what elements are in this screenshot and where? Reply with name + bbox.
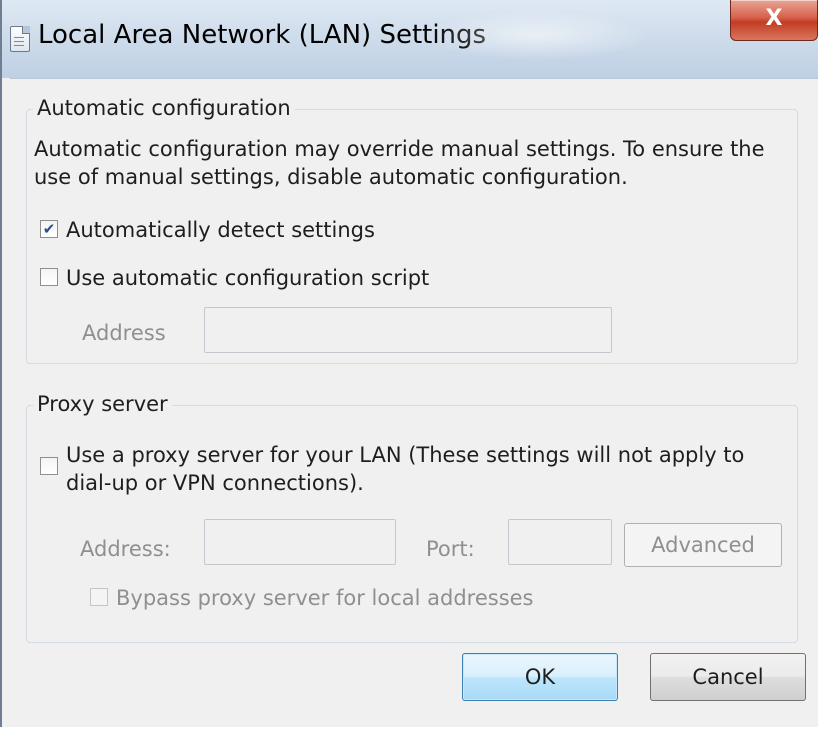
ok-button[interactable]: OK — [462, 653, 618, 701]
automatic-configuration-legend: Automatic configuration — [33, 96, 295, 120]
close-button[interactable]: X — [730, 0, 818, 41]
proxy-address-input[interactable] — [204, 519, 396, 565]
automatic-configuration-description: Automatic configuration may override man… — [34, 137, 765, 189]
script-address-label: Address — [82, 321, 166, 345]
lan-settings-dialog: Local Area Network (LAN) Settings X Auto… — [0, 0, 818, 727]
proxy-port-label: Port: — [426, 537, 475, 561]
dialog-body: Automatic configuration Automatic config… — [10, 78, 818, 727]
bypass-local-row[interactable]: Bypass proxy server for local addresses — [90, 585, 534, 611]
bypass-local-checkbox[interactable] — [90, 588, 108, 606]
checkmark-icon: ✔ — [42, 219, 56, 238]
use-proxy-label-line2: dial-up or VPN connections). — [66, 471, 364, 495]
title-bar[interactable]: Local Area Network (LAN) Settings X — [2, 0, 818, 78]
bypass-local-label: Bypass proxy server for local addresses — [116, 586, 534, 610]
use-script-row[interactable]: Use automatic configuration script — [40, 265, 429, 291]
advanced-button[interactable]: Advanced — [624, 523, 782, 567]
proxy-address-label: Address: — [80, 537, 171, 561]
script-address-input[interactable] — [204, 307, 612, 353]
auto-detect-row[interactable]: ✔ Automatically detect settings — [40, 217, 375, 243]
auto-detect-checkbox[interactable]: ✔ — [40, 220, 58, 238]
auto-detect-label: Automatically detect settings — [66, 218, 375, 242]
document-icon — [10, 26, 30, 52]
proxy-port-input[interactable] — [508, 519, 612, 565]
close-icon: X — [765, 6, 783, 31]
use-script-label: Use automatic configuration script — [66, 266, 430, 290]
window-title: Local Area Network (LAN) Settings — [38, 20, 487, 50]
proxy-server-legend: Proxy server — [33, 392, 172, 416]
use-proxy-label: Use a proxy server for your LAN (These s… — [66, 441, 744, 497]
use-proxy-checkbox[interactable] — [40, 457, 58, 475]
use-proxy-label-line1: Use a proxy server for your LAN (These s… — [66, 443, 745, 467]
use-script-checkbox[interactable] — [40, 268, 58, 286]
cancel-button[interactable]: Cancel — [650, 653, 806, 701]
use-proxy-row[interactable]: Use a proxy server for your LAN (These s… — [40, 441, 744, 497]
